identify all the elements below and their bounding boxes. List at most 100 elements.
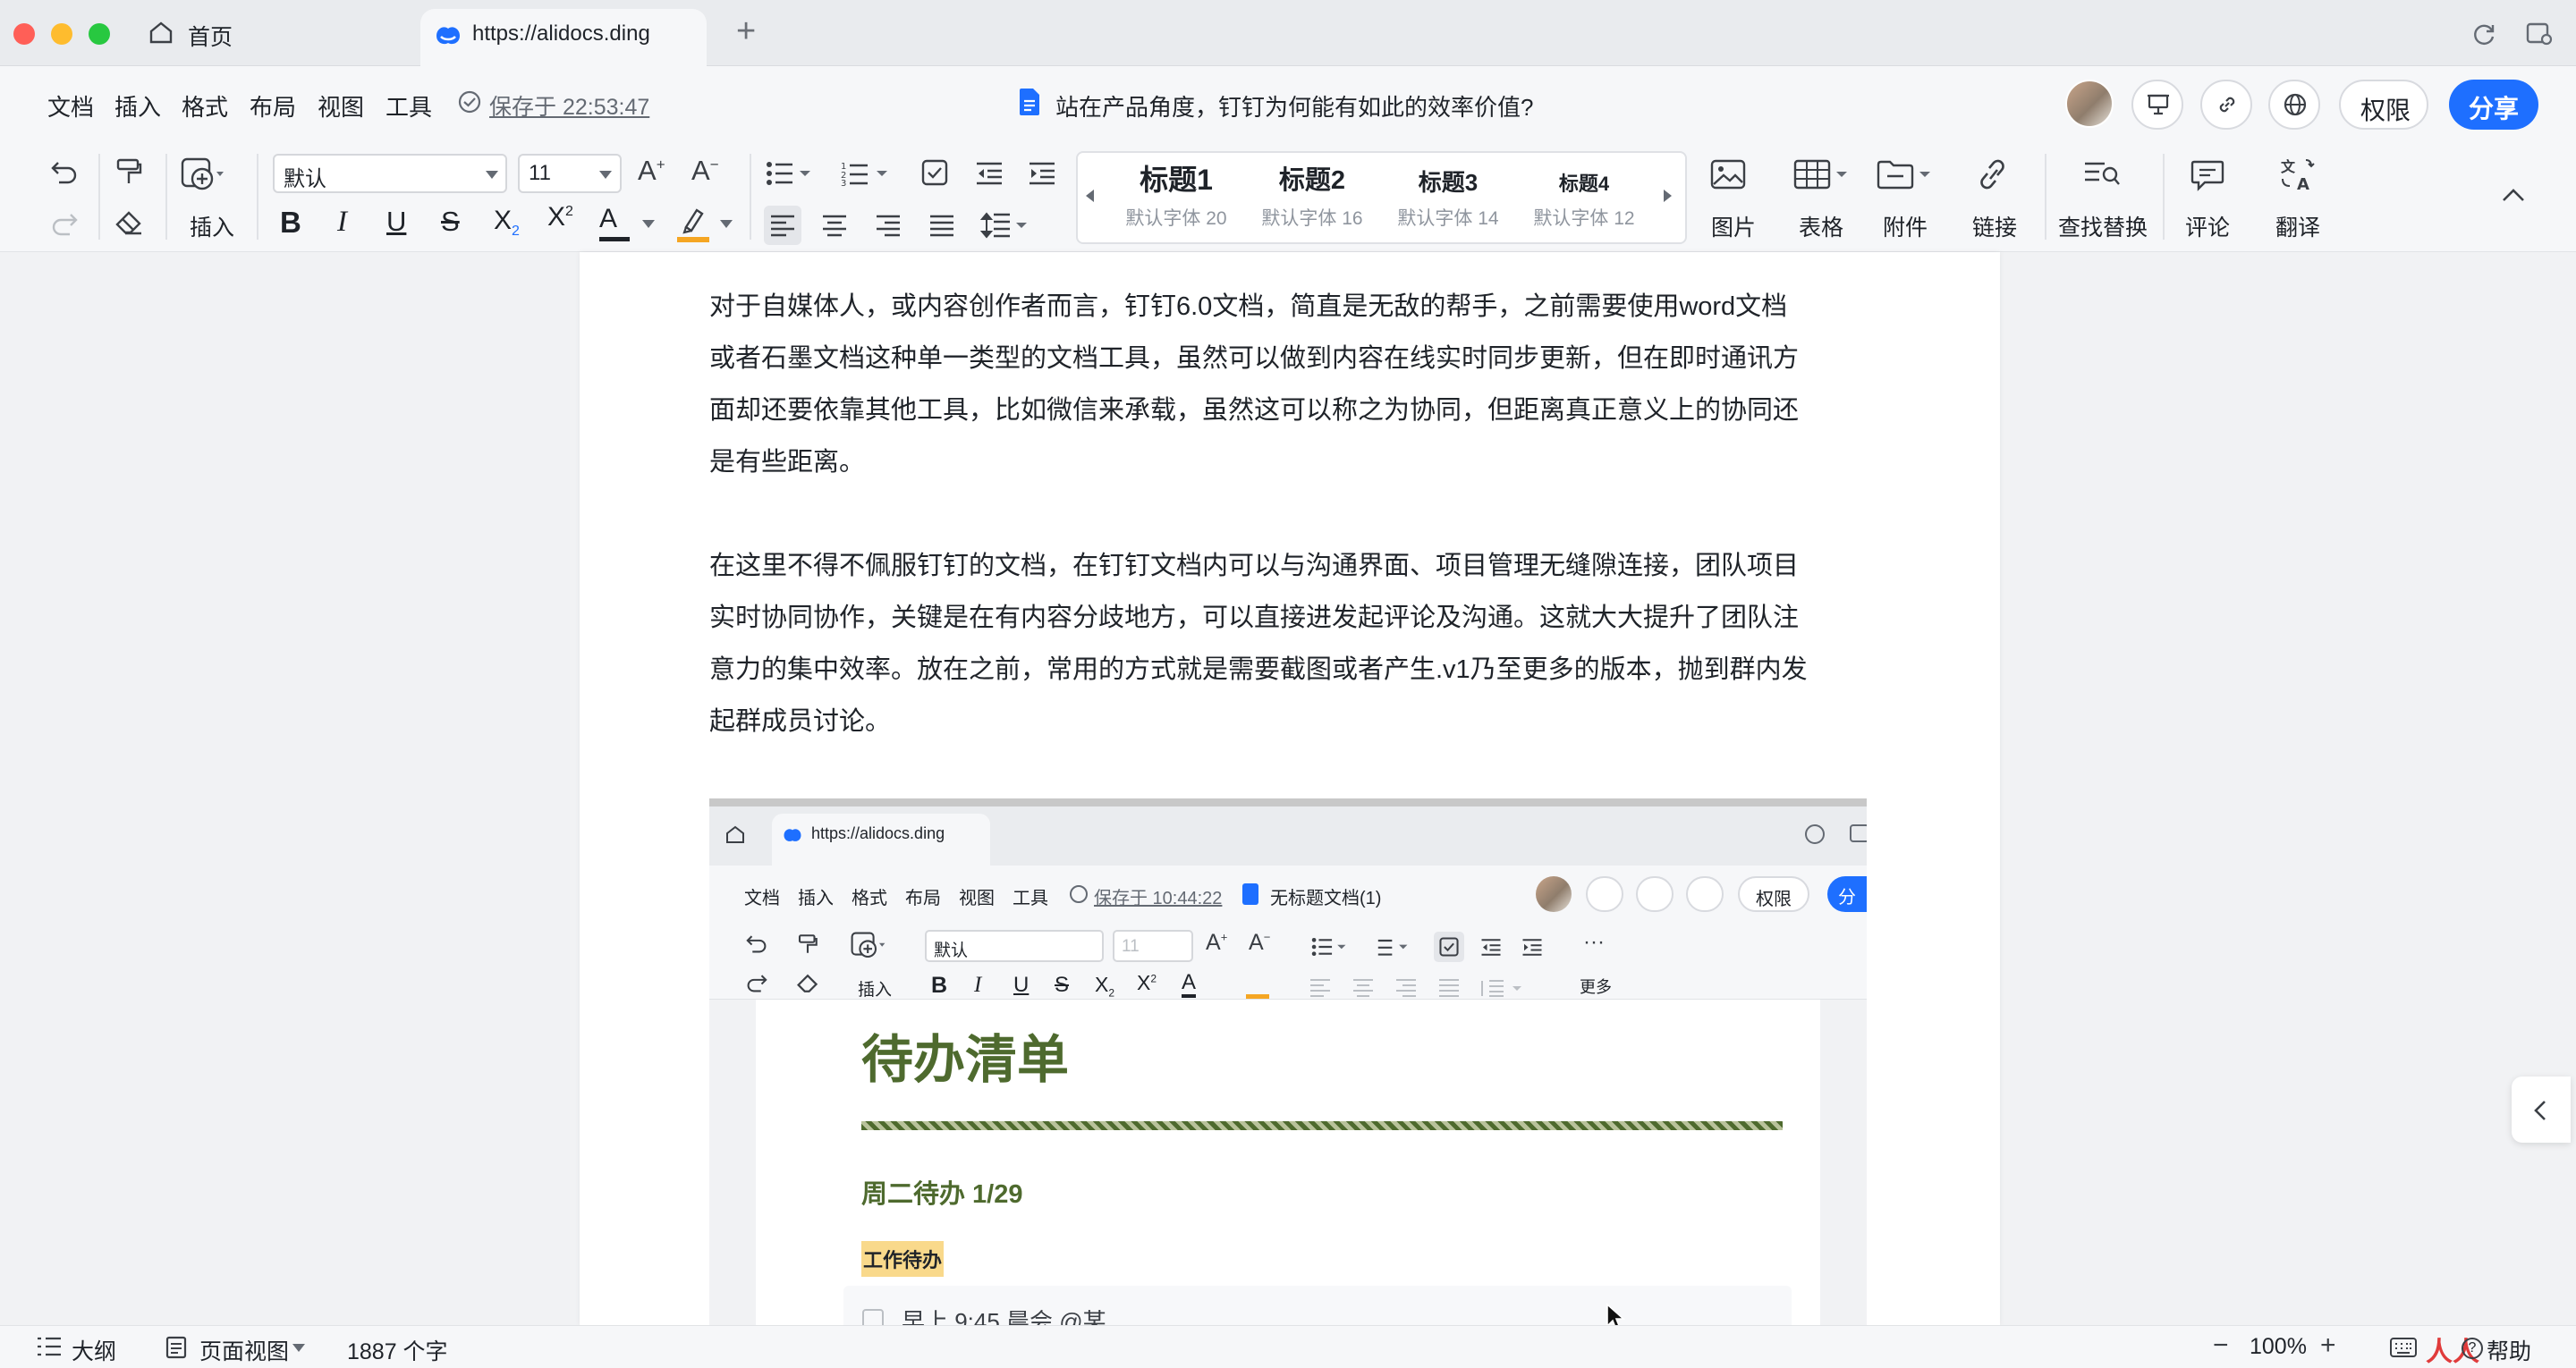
comment-label[interactable]: 评论	[2185, 210, 2230, 242]
embedded-tab-url: https://alidocs.ding	[811, 824, 945, 842]
zoom-level[interactable]: 100%	[2250, 1334, 2307, 1360]
copy-link-button[interactable]	[2200, 80, 2252, 130]
decrease-font-icon[interactable]: A−	[691, 155, 719, 187]
comment-icon[interactable]	[2190, 159, 2224, 191]
paragraph-1[interactable]: 对于自媒体人，或内容创作者而言，钉钉6.0文档，简直是无敌的帮手，之前需要使用w…	[709, 281, 1872, 488]
attachment-label[interactable]: 附件	[1883, 210, 1928, 242]
user-avatar[interactable]	[2065, 80, 2114, 128]
outdent-icon[interactable]	[975, 161, 1004, 186]
bold-icon[interactable]: B	[280, 206, 301, 240]
clear-format-icon[interactable]	[114, 209, 144, 236]
outline-label[interactable]: 大纲	[72, 1334, 116, 1366]
font-family-select[interactable]: 默认	[273, 154, 507, 193]
align-center-icon[interactable]	[822, 215, 847, 237]
format-painter-icon[interactable]	[114, 157, 143, 186]
keyboard-shortcuts-icon[interactable]	[2390, 1338, 2417, 1357]
embedded-screenshot-image[interactable]: https://alidocs.ding 文档 插入 格式 布局 视图 工具 保…	[709, 798, 1867, 1325]
align-right-icon[interactable]	[876, 215, 901, 237]
highlight-color-icon[interactable]	[677, 206, 709, 243]
decrease-font-icon: A−	[1249, 930, 1271, 955]
close-window-button[interactable]	[13, 23, 35, 45]
table-label[interactable]: 表格	[1799, 210, 1843, 242]
save-status[interactable]: 保存于 22:53:47	[489, 89, 649, 122]
font-size-value: 11	[1122, 937, 1140, 956]
outline-icon[interactable]	[37, 1337, 62, 1356]
gallery-prev-icon[interactable]	[1086, 190, 1094, 202]
share-button[interactable]: 分享	[2449, 80, 2538, 130]
refresh-icon[interactable]	[2471, 21, 2496, 46]
minimize-window-button[interactable]	[51, 23, 72, 45]
italic-icon[interactable]: I	[337, 206, 347, 239]
translate-icon[interactable]: 文A	[2279, 157, 2317, 194]
maximize-window-button[interactable]	[89, 23, 110, 45]
justify-icon[interactable]	[929, 215, 954, 237]
page-view-label[interactable]: 页面视图	[199, 1334, 289, 1366]
heading-style-3[interactable]: 标题3 默认字体 14	[1385, 168, 1511, 231]
superscript-icon[interactable]: X2	[547, 202, 573, 232]
find-replace-icon[interactable]	[2083, 161, 2121, 188]
bullet-list-icon[interactable]	[766, 161, 812, 186]
save-status: 保存于 10:44:22	[1094, 889, 1223, 908]
chevron-down-icon[interactable]	[642, 220, 655, 228]
align-left-icon[interactable]	[764, 206, 801, 245]
menu-insert: 插入	[798, 889, 834, 908]
insert-label[interactable]: 插入	[190, 210, 234, 242]
subscript-icon[interactable]: X2	[494, 206, 520, 240]
heading-style-2[interactable]: 标题2 默认字体 16	[1250, 165, 1375, 231]
chevron-down-icon[interactable]	[292, 1344, 305, 1352]
menu-view[interactable]: 视图	[318, 89, 364, 122]
line-spacing-icon[interactable]	[979, 211, 1028, 240]
heading-style-sub: 默认字体 12	[1533, 208, 1635, 229]
link-insert-icon[interactable]	[1976, 157, 2012, 191]
underline-icon[interactable]: U	[386, 206, 406, 238]
increase-font-icon[interactable]: A+	[638, 155, 665, 187]
image-label[interactable]: 图片	[1711, 210, 1756, 242]
link-label[interactable]: 链接	[1972, 210, 2017, 242]
side-panel-toggle[interactable]	[2512, 1077, 2571, 1143]
image-icon[interactable]	[1710, 159, 1746, 190]
collapse-toolbar-icon[interactable]	[2502, 188, 2525, 202]
heading-style-4[interactable]: 标题4 默认字体 12	[1521, 171, 1647, 231]
heading-style-1[interactable]: 标题1 默认字体 20	[1114, 163, 1239, 231]
insert-block-icon[interactable]	[181, 157, 225, 193]
globe-icon	[1686, 876, 1724, 912]
text-line: 是有些距离。	[709, 448, 866, 477]
menu-insert[interactable]: 插入	[114, 89, 161, 122]
present-button[interactable]	[2131, 80, 2183, 130]
translate-label[interactable]: 翻译	[2275, 210, 2320, 242]
device-settings-icon[interactable]	[2526, 21, 2553, 46]
help-icon[interactable]: ?	[2462, 1338, 2483, 1359]
home-tab-label[interactable]: 首页	[188, 20, 233, 52]
checklist-icon[interactable]	[921, 159, 948, 186]
redo-icon[interactable]	[50, 211, 79, 236]
menu-format: 格式	[852, 889, 887, 908]
font-size-select[interactable]: 11	[518, 154, 622, 193]
menu-format[interactable]: 格式	[182, 89, 228, 122]
permission-button[interactable]: 权限	[2339, 80, 2428, 130]
undo-icon[interactable]	[50, 159, 79, 184]
dingtalk-docs-icon	[783, 826, 802, 843]
indent-icon[interactable]	[1028, 161, 1056, 186]
zoom-in-button[interactable]: +	[2320, 1330, 2336, 1361]
find-replace-label[interactable]: 查找替换	[2058, 210, 2148, 242]
home-icon	[725, 824, 745, 844]
table-icon[interactable]	[1793, 159, 1849, 190]
refresh-icon	[1805, 824, 1825, 844]
menu-layout[interactable]: 布局	[250, 89, 296, 122]
gallery-next-icon[interactable]	[1664, 190, 1672, 202]
menu-file[interactable]: 文档	[47, 89, 94, 122]
public-share-button[interactable]	[2268, 80, 2320, 130]
attachment-folder-icon[interactable]	[1877, 159, 1932, 190]
document-title[interactable]: 站在产品角度，钉钉为何能有如此的效率价值?	[1055, 89, 1533, 122]
menu-tools[interactable]: 工具	[386, 89, 432, 122]
new-tab-button[interactable]: +	[736, 13, 756, 51]
chevron-down-icon[interactable]	[720, 220, 733, 228]
highlight-color-icon	[1246, 994, 1269, 999]
help-label[interactable]: 帮助	[2487, 1334, 2531, 1366]
paragraph-2[interactable]: 在这里不得不佩服钉钉的文档，在钉钉文档内可以与沟通界面、项目管理无缝隙连接，团队…	[709, 540, 1872, 747]
font-color-icon[interactable]: A	[599, 206, 635, 241]
zoom-out-button[interactable]: −	[2213, 1330, 2229, 1361]
page-view-icon[interactable]	[165, 1336, 187, 1359]
numbered-list-icon[interactable]: 123	[841, 161, 889, 189]
strikethrough-icon[interactable]: S	[441, 206, 460, 238]
